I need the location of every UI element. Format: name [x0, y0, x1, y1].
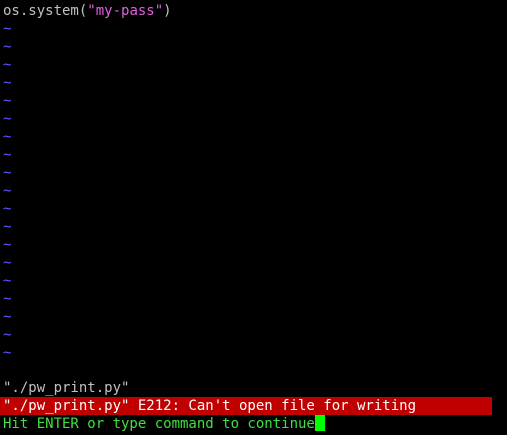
- tilde-marker: ~: [3, 345, 12, 361]
- tilde-marker: ~: [3, 273, 12, 289]
- tilde-marker: ~: [3, 237, 12, 253]
- tilde-marker: ~: [3, 147, 12, 163]
- code-call: os.system(: [3, 3, 88, 19]
- tilde-marker: ~: [3, 57, 12, 73]
- tilde-marker: ~: [3, 309, 12, 325]
- vim-terminal-window[interactable]: os.system("my-pass") ~ ~ ~ ~ ~ ~ ~ ~ ~ ~ ~ ~ ~ ~ ~ ~ ~ ~ ~…: [0, 0, 507, 435]
- tilde-marker: ~: [3, 39, 12, 55]
- tilde-marker: ~: [3, 183, 12, 199]
- tilde-marker: ~: [3, 291, 12, 307]
- hit-enter-prompt[interactable]: Hit ENTER or type command to continue: [3, 415, 325, 433]
- tilde-marker: ~: [3, 165, 12, 181]
- prompt-text: Hit ENTER or type command to continue: [3, 416, 315, 432]
- code-string-literal: "my-pass": [87, 3, 164, 19]
- tilde-marker: ~: [3, 201, 12, 217]
- tilde-marker: ~: [3, 219, 12, 235]
- tilde-marker: ~: [3, 111, 12, 127]
- tilde-marker: ~: [3, 21, 12, 37]
- tilde-marker: ~: [3, 93, 12, 109]
- tilde-marker: ~: [3, 75, 12, 91]
- text-cursor: [314, 415, 325, 431]
- tilde-marker: ~: [3, 327, 12, 343]
- file-name-message: "./pw_print.py": [3, 380, 130, 396]
- code-line: os.system("my-pass"): [3, 2, 172, 20]
- tilde-marker: ~: [3, 255, 12, 271]
- tilde-marker: ~: [3, 129, 12, 145]
- code-call-close: ): [163, 3, 172, 19]
- error-message: "./pw_print.py" E212: Can't open file fo…: [3, 398, 417, 414]
